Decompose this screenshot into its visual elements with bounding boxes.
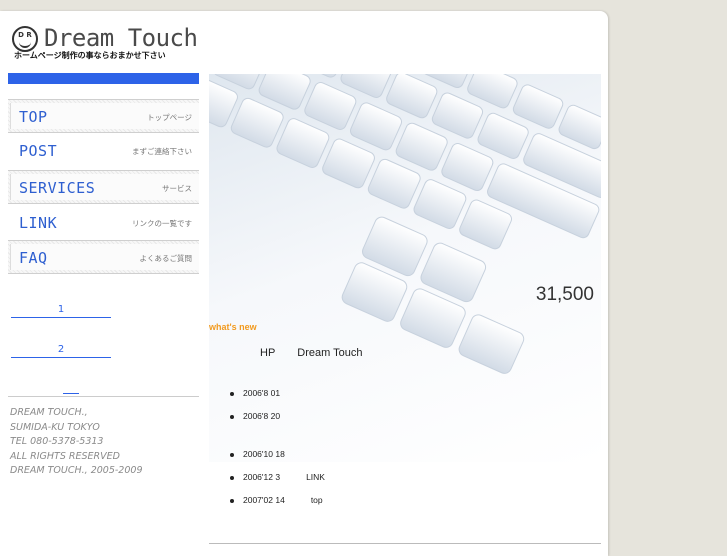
news-item[interactable]: 2006'10 18 xyxy=(230,449,311,459)
divider xyxy=(209,543,601,544)
news-item[interactable]: 2007'02 14 top xyxy=(230,495,323,505)
nav-label: SERVICES xyxy=(19,179,96,197)
tagline: ホームページ制作の事ならおまかせ下さい xyxy=(14,51,166,60)
price-label: 31,500 xyxy=(535,284,594,305)
accent-bar xyxy=(8,73,199,84)
nav-item-link[interactable]: LINK リンクの一覧です xyxy=(8,206,199,240)
keyboard-illustration xyxy=(209,74,601,374)
footer-address: DREAM TOUCH., SUMIDA-KU TOKYO TEL 080-53… xyxy=(10,407,143,476)
side-link-small[interactable] xyxy=(63,385,79,394)
whats-new-title: what's new xyxy=(209,322,257,332)
logo-text: Dream Touch xyxy=(44,24,198,52)
nav-sublabel: リンクの一覧です xyxy=(132,219,192,228)
nav-item-services[interactable]: SERVICES サービス xyxy=(8,170,199,204)
nav-label: POST xyxy=(19,142,58,160)
nav-label: TOP xyxy=(19,108,48,126)
nav-item-top[interactable]: TOP トップページ xyxy=(8,99,199,133)
news-item[interactable]: 2006'8 20 xyxy=(230,411,306,421)
nav-sublabel: サービス xyxy=(162,184,192,193)
news-item[interactable]: 2006'8 01 xyxy=(230,388,306,398)
nav-label: FAQ xyxy=(19,249,48,267)
nav-sublabel: トップページ xyxy=(147,113,192,122)
logo-smiley-icon: D R xyxy=(12,26,38,52)
nav-sublabel: まずご連絡下さい xyxy=(132,147,192,156)
divider xyxy=(8,396,199,397)
nav-item-faq[interactable]: FAQ よくあるご質問 xyxy=(8,240,199,274)
nav-sublabel: よくあるご質問 xyxy=(139,254,193,263)
side-link-1[interactable]: 1 xyxy=(11,304,111,318)
side-link-2[interactable]: 2 xyxy=(11,344,111,358)
nav-item-post[interactable]: POST まずご連絡下さい xyxy=(8,134,199,168)
news-item[interactable]: 2006'12 3 LINK xyxy=(230,472,325,482)
keyboard-hero-image: 31,500 xyxy=(209,74,601,462)
nav-label: LINK xyxy=(19,214,58,232)
news-heading: HP Dream Touch xyxy=(260,347,363,359)
